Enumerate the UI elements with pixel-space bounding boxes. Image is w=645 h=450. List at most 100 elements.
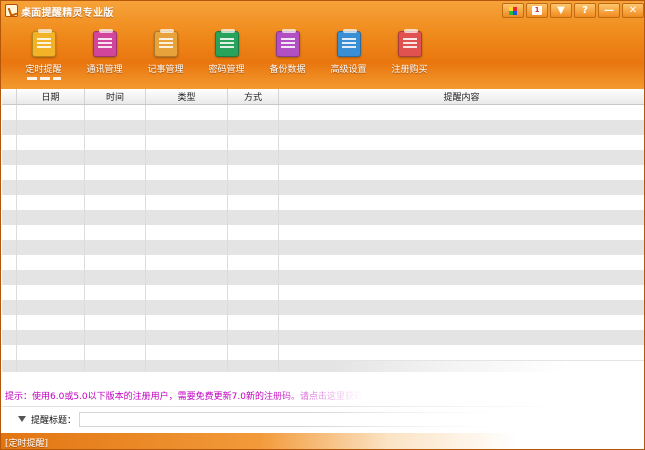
reminder-table[interactable]: 日期 时间 类型 方式 提醒内容 <box>2 89 644 372</box>
table-cell <box>2 105 17 120</box>
toolbar-item-label: 注册购买 <box>391 65 428 75</box>
app-logo-icon <box>5 4 18 17</box>
toolbar-item-contacts[interactable]: 通讯管理 <box>74 29 135 80</box>
divider <box>2 406 644 407</box>
toolbar-item-timed-reminder[interactable]: 定时提醒 <box>13 29 74 80</box>
table-row[interactable] <box>2 300 644 315</box>
table-cell <box>2 120 17 135</box>
table-cell <box>2 210 17 225</box>
table-cell <box>2 150 17 165</box>
table-cell <box>279 150 644 165</box>
table-row[interactable] <box>2 240 644 255</box>
toolbar-item-label: 备份数据 <box>269 65 306 75</box>
table-row[interactable] <box>2 105 644 120</box>
table-cell <box>279 240 644 255</box>
table-cell <box>279 180 644 195</box>
table-cell <box>85 150 146 165</box>
table-cell <box>228 240 279 255</box>
table-row[interactable] <box>2 285 644 300</box>
close-button[interactable]: ✕ <box>622 3 644 18</box>
table-cell <box>146 105 228 120</box>
table-cell <box>17 210 85 225</box>
toolbar-item-notes[interactable]: 记事管理 <box>135 29 196 80</box>
collapse-toggle-icon[interactable] <box>18 416 26 422</box>
help-button[interactable]: ? <box>574 3 596 18</box>
table-cell <box>17 240 85 255</box>
table-row[interactable] <box>2 330 644 345</box>
badge-button[interactable]: 1 <box>526 3 548 18</box>
table-row[interactable] <box>2 270 644 285</box>
table-cell <box>17 225 85 240</box>
table-cell <box>228 165 279 180</box>
skin-button[interactable] <box>502 3 524 18</box>
toolbar-item-advanced-settings[interactable]: 高级设置 <box>318 29 379 80</box>
table-cell <box>279 300 644 315</box>
table-row[interactable] <box>2 255 644 270</box>
toolbar-item-passwords[interactable]: 密码管理 <box>196 29 257 80</box>
reminder-title-field[interactable] <box>79 411 640 427</box>
table-row[interactable] <box>2 345 644 360</box>
table-row[interactable] <box>2 315 644 330</box>
palette-icon <box>509 6 517 15</box>
table-row[interactable] <box>2 120 644 135</box>
table-cell <box>146 270 228 285</box>
tip-label: 提示： <box>5 391 33 402</box>
table-cell <box>146 330 228 345</box>
chevron-down-icon: ▼ <box>557 4 565 16</box>
table-cell <box>279 285 644 300</box>
active-indicator <box>26 77 61 80</box>
toolbar-item-backup[interactable]: 备份数据 <box>257 29 318 80</box>
table-row[interactable] <box>2 150 644 165</box>
tip-message-link[interactable]: 使用6.0或5.0以下版本的注册用户，需要免费更新7.0新的注册码。请点击这里获… <box>32 389 363 402</box>
column-header-type[interactable]: 类型 <box>146 89 228 104</box>
table-cell <box>228 120 279 135</box>
tip-bar[interactable]: 提示： 使用6.0或5.0以下版本的注册用户，需要免费更新7.0新的注册码。请点… <box>2 386 644 404</box>
header-area: 桌面提醒精灵专业版 1 ▼ ? — ✕ 定时提醒 通讯管理 记事管理 密码管理 … <box>1 1 644 89</box>
table-cell <box>85 255 146 270</box>
password-book-icon <box>214 29 239 57</box>
table-row[interactable] <box>2 225 644 240</box>
column-header-content[interactable]: 提醒内容 <box>279 89 644 104</box>
table-cell <box>2 330 17 345</box>
title-bar[interactable]: 桌面提醒精灵专业版 1 ▼ ? — ✕ <box>1 1 644 21</box>
table-cell <box>17 150 85 165</box>
table-cell <box>146 255 228 270</box>
table-row[interactable] <box>2 180 644 195</box>
table-cell <box>228 210 279 225</box>
table-cell <box>85 300 146 315</box>
table-cell <box>2 195 17 210</box>
table-cell <box>279 225 644 240</box>
table-cell <box>228 330 279 345</box>
table-cell <box>228 300 279 315</box>
close-icon: ✕ <box>628 4 638 16</box>
table-cell <box>146 225 228 240</box>
toolbar-item-label: 高级设置 <box>330 65 367 75</box>
table-cell <box>146 195 228 210</box>
table-cell <box>2 225 17 240</box>
table-row[interactable] <box>2 165 644 180</box>
table-cell <box>17 195 85 210</box>
column-header-time[interactable]: 时间 <box>85 89 146 104</box>
column-header-select[interactable] <box>2 89 17 104</box>
badge-count: 1 <box>532 6 542 15</box>
table-cell <box>2 180 17 195</box>
table-row[interactable] <box>2 195 644 210</box>
main-toolbar: 定时提醒 通讯管理 记事管理 密码管理 备份数据 高级设置 注册购买 <box>13 29 440 80</box>
table-cell <box>228 315 279 330</box>
table-cell <box>279 270 644 285</box>
table-cell <box>146 135 228 150</box>
reminder-title-row: 提醒标题： <box>2 410 644 428</box>
table-cell <box>146 315 228 330</box>
menu-button[interactable]: ▼ <box>550 3 572 18</box>
minimize-button[interactable]: — <box>598 3 620 18</box>
toolbar-item-register[interactable]: 注册购买 <box>379 29 440 80</box>
table-row[interactable] <box>2 135 644 150</box>
table-cell <box>228 105 279 120</box>
table-cell <box>17 255 85 270</box>
notepad-icon <box>153 29 178 57</box>
table-cell <box>2 285 17 300</box>
column-header-method[interactable]: 方式 <box>228 89 279 104</box>
column-header-date[interactable]: 日期 <box>17 89 85 104</box>
table-row[interactable] <box>2 210 644 225</box>
table-row[interactable] <box>2 360 644 372</box>
